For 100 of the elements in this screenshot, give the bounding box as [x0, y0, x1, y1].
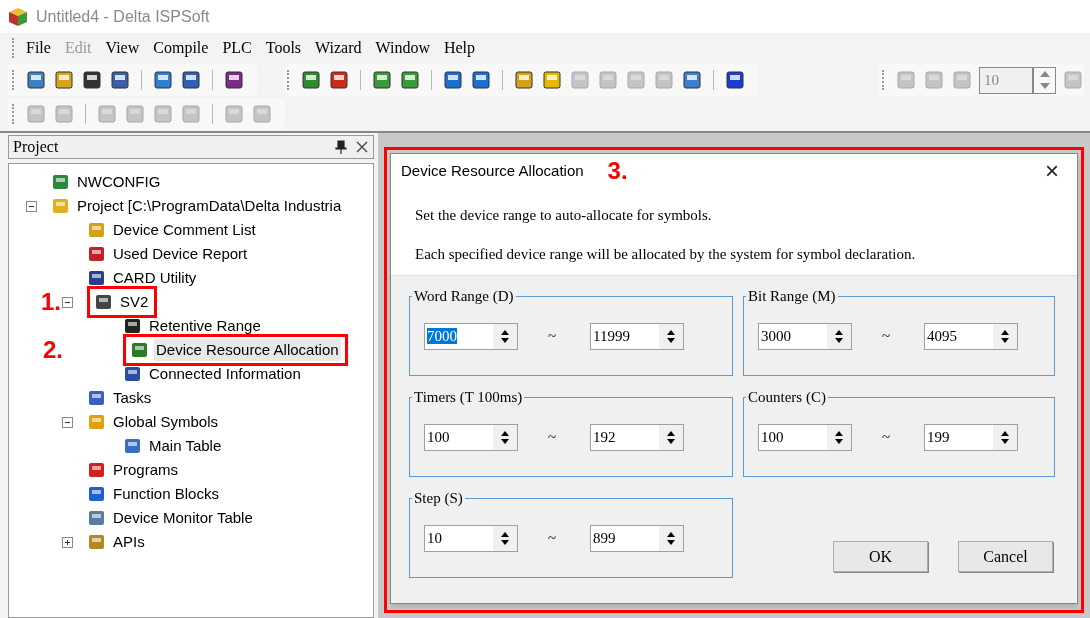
range-separator: ~	[882, 326, 892, 346]
tree-item[interactable]: APIs	[111, 530, 147, 554]
tree-item[interactable]: Function Blocks	[111, 482, 221, 506]
number-spinner[interactable]: 899	[590, 524, 684, 552]
spin-up-icon[interactable]	[501, 329, 509, 335]
menu-item[interactable]: Compile	[146, 36, 216, 60]
annotation-number: 3.	[607, 156, 628, 186]
spin-up-icon[interactable]	[835, 430, 843, 436]
tree-item-icon	[94, 292, 114, 312]
tree-item[interactable]: Programs	[111, 458, 181, 482]
dialog-button[interactable]: Cancel	[958, 541, 1053, 572]
spin-down-icon[interactable]	[1001, 337, 1009, 343]
range-separator: ~	[548, 528, 558, 548]
tree-item-icon	[87, 412, 107, 432]
tree-item[interactable]: Used Device Report	[111, 242, 250, 266]
menu-item[interactable]: Wizard	[308, 36, 369, 60]
tree-item[interactable]: Retentive Range	[147, 314, 263, 338]
tree-item-icon	[130, 340, 150, 360]
tree-item[interactable]: SV2	[118, 290, 151, 314]
spin-down-icon[interactable]	[501, 438, 509, 444]
number-spinner[interactable]: 11999	[590, 322, 684, 350]
spin-up-icon[interactable]	[667, 531, 675, 537]
tree-item-icon	[87, 220, 107, 240]
tree-item-icon	[51, 172, 71, 192]
dialog-button[interactable]: OK	[833, 541, 928, 572]
tree-item[interactable]: Device Comment List	[111, 218, 258, 242]
spin-up-icon[interactable]	[835, 329, 843, 335]
tree-item-icon	[87, 268, 107, 288]
spinner-value: 10	[427, 530, 442, 546]
spin-down-icon[interactable]	[667, 438, 675, 444]
dialog-title: Device Resource Allocation	[401, 160, 584, 181]
collapse-toggle-icon[interactable]	[25, 200, 37, 212]
spin-down-icon[interactable]	[667, 337, 675, 343]
spin-down-icon[interactable]	[1001, 438, 1009, 444]
tree-item[interactable]: Project [C:\ProgramData\Delta Industria	[75, 194, 344, 218]
panel-title: Project	[13, 137, 60, 158]
window-title: Untitled4 - Delta ISPSoft	[36, 6, 210, 27]
spin-up-icon[interactable]	[667, 430, 675, 436]
range-separator: ~	[548, 326, 558, 346]
menu-item[interactable]: Window	[368, 36, 437, 60]
spin-up-icon[interactable]	[501, 531, 509, 537]
spinner-value: 192	[593, 429, 616, 445]
spin-up-icon[interactable]	[667, 329, 675, 335]
spinner-value: 100	[761, 429, 784, 445]
spinner-value: 899	[593, 530, 616, 546]
tree-item[interactable]: CARD Utility	[111, 266, 199, 290]
range-separator: ~	[548, 427, 558, 447]
tree-item-icon	[123, 316, 143, 336]
number-spinner[interactable]: 4095	[924, 322, 1018, 350]
menu-item[interactable]: PLC	[215, 36, 259, 60]
number-spinner[interactable]: 100	[758, 423, 852, 451]
collapse-toggle-icon[interactable]	[61, 296, 73, 308]
tree-item[interactable]: Tasks	[111, 386, 154, 410]
description-text: Set the device range to auto-allocate for symbols.	[415, 206, 713, 225]
tree-item-icon	[51, 196, 71, 216]
number-spinner[interactable]: 7000	[424, 322, 518, 350]
pin-icon[interactable]	[335, 140, 347, 154]
tree-item-icon	[87, 460, 107, 480]
spinner-value: 4095	[927, 328, 957, 344]
number-spinner[interactable]: 192	[590, 423, 684, 451]
menu-item[interactable]: Help	[436, 36, 483, 60]
tree-item[interactable]: NWCONFIG	[75, 170, 163, 194]
menu-item[interactable]: View	[98, 36, 147, 60]
expand-toggle-icon[interactable]	[61, 536, 73, 548]
spin-down-icon[interactable]	[835, 337, 843, 343]
number-spinner[interactable]: 100	[424, 423, 518, 451]
spinner-value: 11999	[593, 328, 630, 344]
spin-down-icon[interactable]	[501, 337, 509, 343]
annotation-number: 1.	[41, 290, 61, 314]
spinner-value: 7000	[427, 328, 457, 344]
range-separator: ~	[882, 427, 892, 447]
spin-up-icon[interactable]	[501, 430, 509, 436]
spin-up-icon[interactable]	[1001, 430, 1009, 436]
number-spinner[interactable]: 3000	[758, 322, 852, 350]
close-button[interactable]: ×	[1045, 159, 1059, 183]
close-icon[interactable]	[355, 140, 369, 154]
spinner-value: 3000	[761, 328, 791, 344]
annotation-number: 2.	[43, 338, 63, 362]
number-spinner[interactable]: 199	[924, 423, 1018, 451]
spin-down-icon[interactable]	[835, 438, 843, 444]
spin-down-icon[interactable]	[501, 539, 509, 545]
tree-item[interactable]: Global Symbols	[111, 410, 221, 434]
scan-time-value: 10	[984, 70, 999, 90]
spinner-value: 100	[427, 429, 450, 445]
menu-item[interactable]: File	[19, 36, 58, 60]
tree-item[interactable]: Device Monitor Table	[111, 506, 255, 530]
tree-item-icon	[87, 508, 107, 528]
collapse-toggle-icon[interactable]	[61, 416, 73, 428]
tree-item-icon	[123, 436, 143, 456]
description-text: Each specified device range will be allocated by the system for symbol declaration.	[415, 244, 917, 264]
number-spinner[interactable]: 10	[424, 524, 518, 552]
tree-item[interactable]: Device Resource Allocation	[154, 338, 341, 362]
tree-item[interactable]: Connected Information	[147, 362, 303, 386]
tree-item-icon	[87, 388, 107, 408]
spin-up-icon[interactable]	[1001, 329, 1009, 335]
spin-down-icon[interactable]	[667, 539, 675, 545]
spinner-value: 199	[927, 429, 950, 445]
menu-item[interactable]: Tools	[258, 36, 309, 60]
tree-item[interactable]: Main Table	[147, 434, 224, 458]
app-logo-icon	[8, 6, 28, 27]
